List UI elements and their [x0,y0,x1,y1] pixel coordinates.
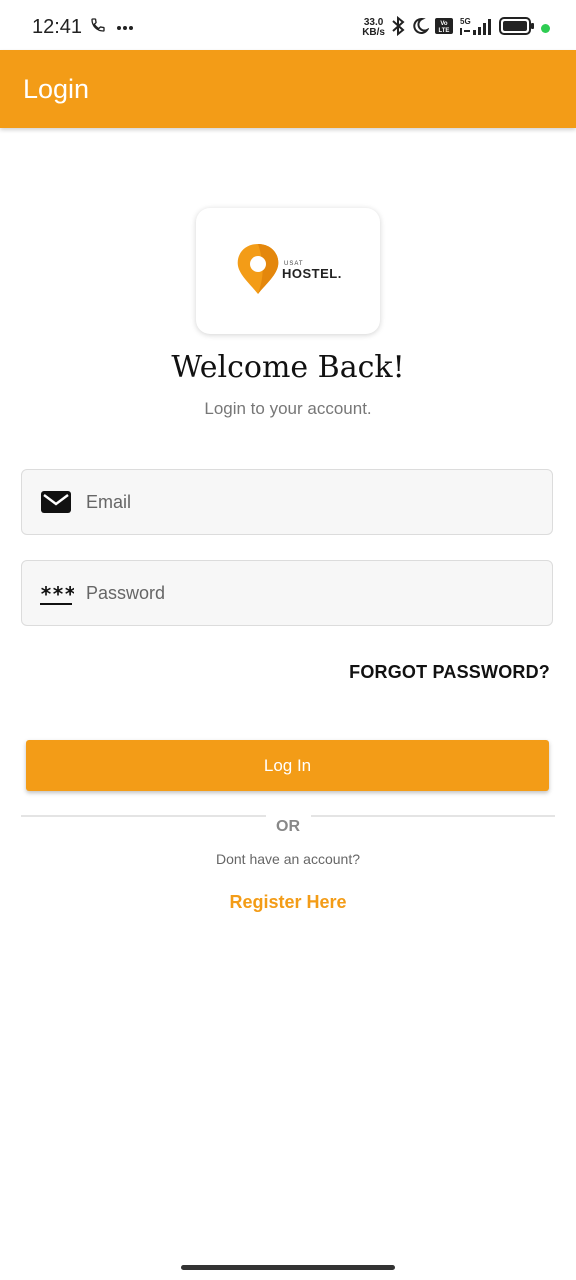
email-input[interactable] [86,470,536,534]
logo-brand: HOSTEL. [282,266,342,281]
home-indicator[interactable] [181,1265,395,1270]
status-time: 12:41 [32,16,83,38]
battery-icon [499,16,535,40]
moon-icon [411,17,430,40]
password-field[interactable]: *** [21,560,553,626]
svg-text:LTE: LTE [439,28,450,34]
password-icon-text: *** [40,582,74,606]
password-input[interactable] [86,561,536,625]
forgot-password-link[interactable]: FORGOT PASSWORD? [349,662,550,683]
login-button[interactable]: Log In [26,740,549,791]
status-bar: 12:41 33.0 KB/s Vo LTE 5G [0,0,576,50]
welcome-subtitle: Login to your account. [204,399,372,418]
volte-icon: Vo LTE [435,17,453,39]
divider-right [311,815,555,817]
bluetooth-icon [391,15,405,41]
divider-left [21,815,266,817]
page-title: Login [23,74,90,104]
net-speed: 33.0 KB/s [362,17,385,38]
svg-text:Vo: Vo [440,21,448,27]
signal-5g-icon: 5G [459,16,493,41]
email-field[interactable] [21,469,553,535]
hostel-logo: USAT HOSTEL. [237,244,342,294]
welcome-title: Welcome Back! [171,350,405,385]
register-link[interactable]: Register Here [0,892,576,913]
more-dots-icon [116,18,134,36]
no-account-text: Dont have an account? [216,851,360,867]
svg-text:5G: 5G [460,17,471,26]
privacy-indicator-dot [541,23,550,33]
mail-icon [40,490,72,516]
app-bar: Login [0,50,576,128]
password-asterisks-icon: *** [40,581,76,607]
logo-card: USAT HOSTEL. [196,208,380,334]
phone-icon [90,17,106,38]
or-separator: OR [276,818,300,835]
